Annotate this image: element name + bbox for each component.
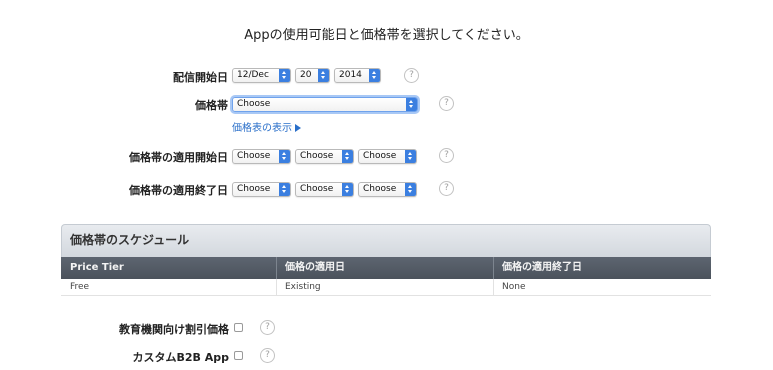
tier-end-year-select[interactable]: Choose — [358, 182, 417, 197]
cell-end-date: None — [502, 282, 526, 292]
tier-end-year-value: Choose — [363, 184, 397, 194]
tier-start-label: 価格帯の適用開始日 — [129, 151, 228, 164]
tier-end-help-icon[interactable]: ? — [439, 181, 454, 196]
price-tier-select[interactable]: Choose — [232, 97, 418, 112]
availability-help-icon[interactable]: ? — [404, 68, 419, 83]
availability-month-select[interactable]: 12/Dec — [232, 68, 291, 83]
tier-start-month-value: Choose — [237, 151, 271, 161]
page-title: Appの使用可能日と価格帯を選択してください。 — [244, 28, 529, 43]
schedule-heading: 価格帯のスケジュール — [61, 224, 711, 257]
view-price-table-link[interactable]: 価格表の表示 — [232, 119, 301, 134]
select-arrow-icon — [279, 150, 290, 163]
triangle-right-icon — [295, 124, 301, 132]
tier-start-day-value: Choose — [300, 151, 334, 161]
select-arrow-icon — [369, 69, 380, 82]
tier-end-day-value: Choose — [300, 184, 334, 194]
availability-day-value: 20 — [300, 70, 312, 80]
custom-b2b-label: カスタムB2B App — [132, 351, 229, 364]
tier-end-day-select[interactable]: Choose — [295, 182, 354, 197]
availability-day-select[interactable]: 20 — [295, 68, 330, 83]
price-tier-label: 価格帯 — [195, 99, 228, 112]
custom-b2b-help-icon[interactable]: ? — [260, 348, 275, 363]
column-header-end-date: 価格の適用終了日 — [502, 262, 582, 273]
tier-start-year-value: Choose — [363, 151, 397, 161]
schedule-table-header: Price Tier 価格の適用日 価格の適用終了日 — [61, 257, 711, 279]
tier-start-help-icon[interactable]: ? — [439, 148, 454, 163]
table-row: Free Existing None — [61, 279, 711, 296]
availability-year-select[interactable]: 2014 — [334, 68, 381, 83]
tier-start-year-select[interactable]: Choose — [358, 149, 417, 164]
select-arrow-icon — [406, 98, 417, 111]
custom-b2b-checkbox[interactable] — [234, 351, 243, 360]
cell-start-date: Existing — [285, 282, 321, 292]
select-arrow-icon — [405, 150, 416, 163]
availability-month-value: 12/Dec — [237, 70, 269, 80]
select-arrow-icon — [405, 183, 416, 196]
view-price-table-label: 価格表の表示 — [232, 123, 292, 134]
cell-price-tier: Free — [70, 282, 90, 292]
select-arrow-icon — [342, 183, 353, 196]
price-tier-value: Choose — [237, 99, 271, 109]
select-arrow-icon — [279, 183, 290, 196]
tier-start-month-select[interactable]: Choose — [232, 149, 291, 164]
tier-end-month-select[interactable]: Choose — [232, 182, 291, 197]
select-arrow-icon — [279, 69, 290, 82]
column-header-start-date: 価格の適用日 — [285, 262, 345, 273]
price-tier-help-icon[interactable]: ? — [439, 96, 454, 111]
column-header-price-tier: Price Tier — [70, 262, 124, 273]
edu-discount-help-icon[interactable]: ? — [260, 320, 275, 335]
edu-discount-label: 教育機関向け割引価格 — [119, 323, 229, 336]
availability-year-value: 2014 — [339, 70, 362, 80]
tier-end-label: 価格帯の適用終了日 — [129, 184, 228, 197]
edu-discount-checkbox[interactable] — [234, 323, 243, 332]
tier-start-day-select[interactable]: Choose — [295, 149, 354, 164]
tier-end-month-value: Choose — [237, 184, 271, 194]
availability-label: 配信開始日 — [173, 71, 228, 84]
select-arrow-icon — [318, 69, 329, 82]
select-arrow-icon — [342, 150, 353, 163]
